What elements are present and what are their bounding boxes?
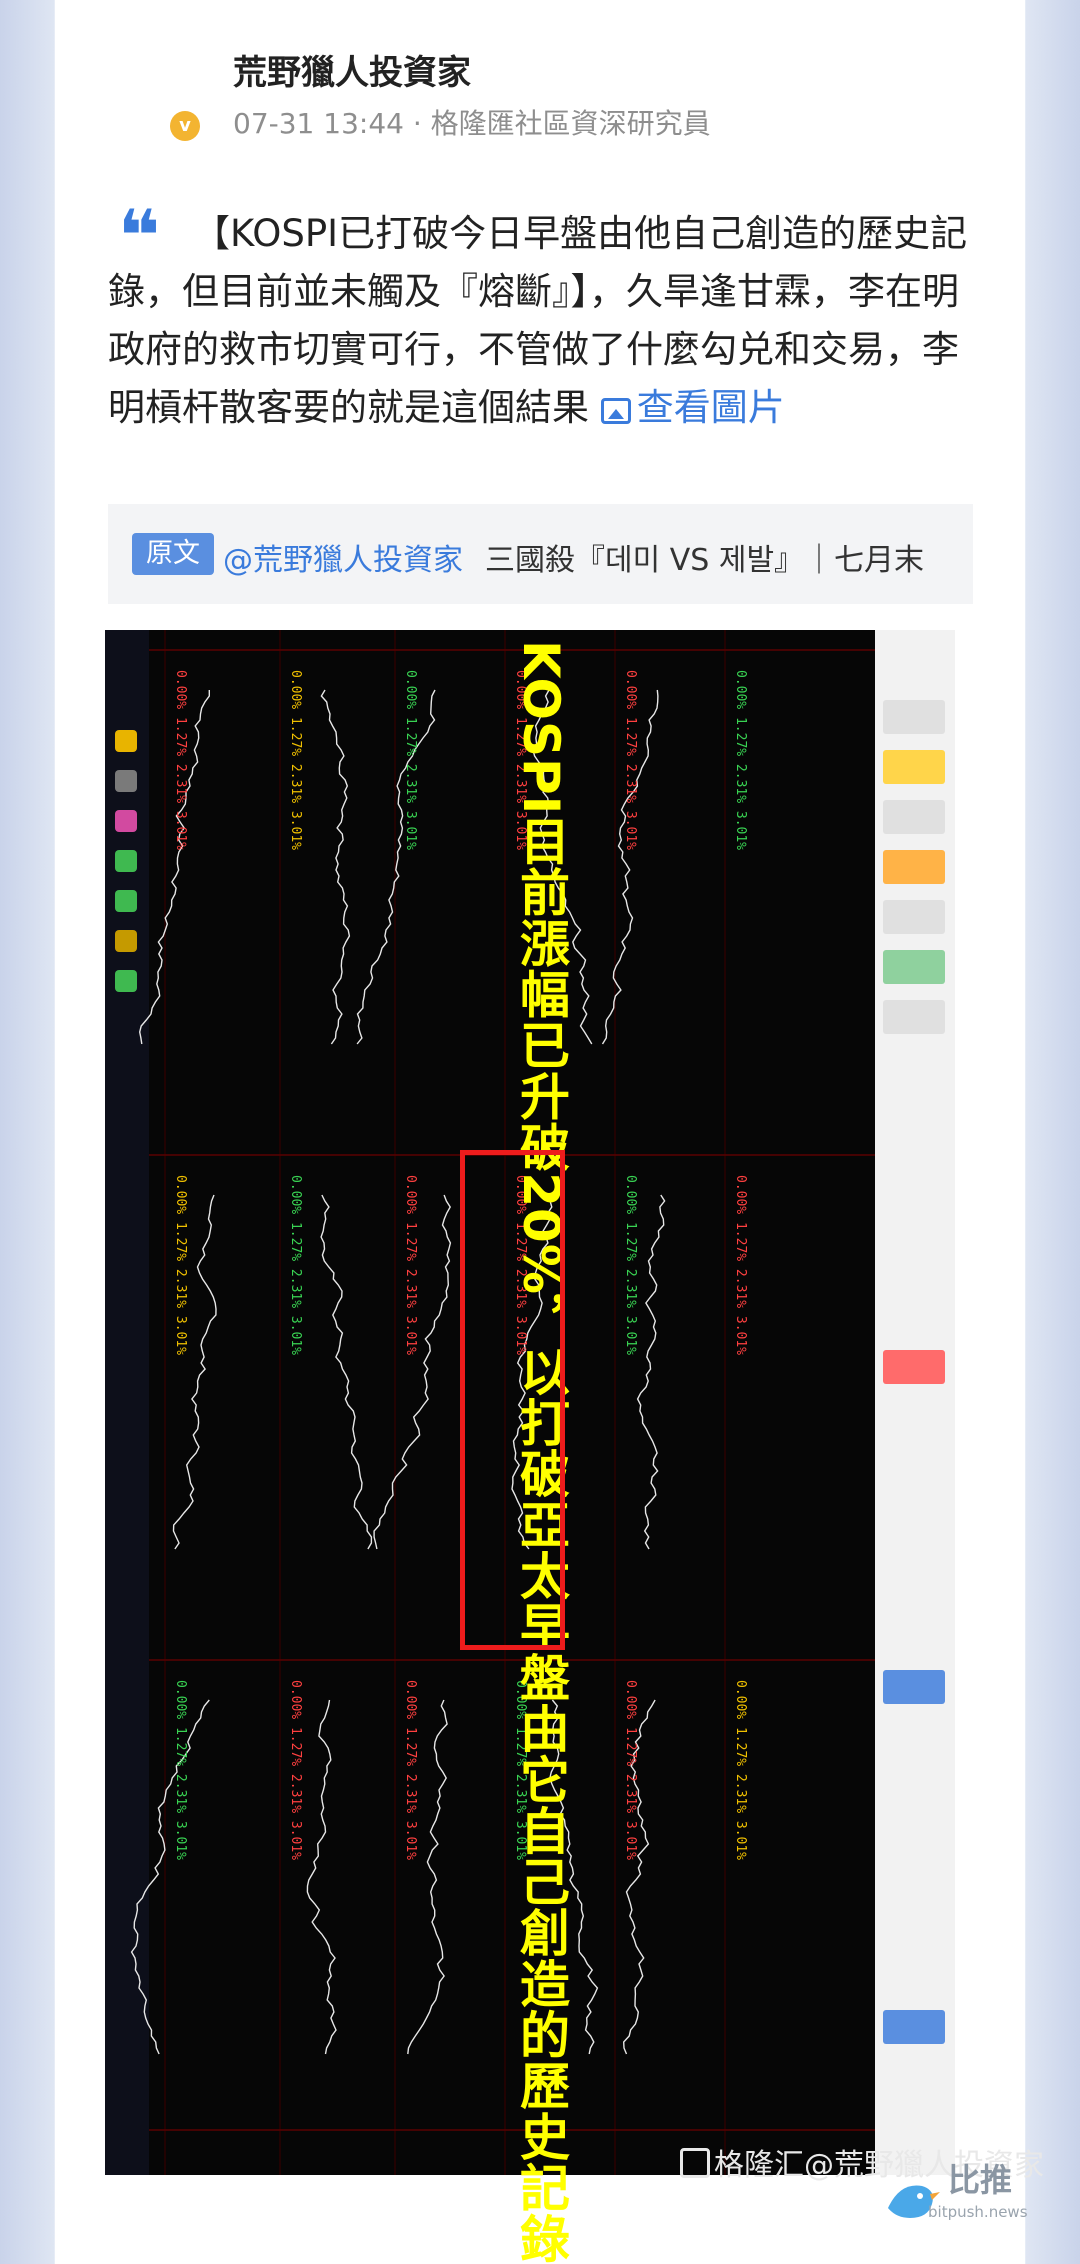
price-ticks: 0.00% 1.27% 2.31% 3.01% [623, 1680, 638, 1861]
origin-tag: 原文 [132, 533, 214, 575]
author-meta: 07-31 13:44 · 格隆匯社區資深研究員 [233, 107, 711, 140]
price-ticks: 0.00% 1.27% 2.31% 3.01% [403, 1175, 418, 1356]
price-ticks: 0.00% 1.27% 2.31% 3.01% [288, 1175, 303, 1356]
post-body-text: 【KOSPI已打破今日早盤由他自己創造的歷史記錄，但目前並未觸及『熔斷』】，久旱… [108, 212, 968, 429]
view-image-label: 查看圖片 [636, 386, 785, 429]
site-url: bitpush.news [928, 2203, 1028, 2221]
author-name[interactable]: 荒野獵人投資家 [233, 45, 471, 94]
origin-text: 三國殺『데미 VS 제발』｜七月末 [485, 543, 925, 578]
price-ticks: 0.00% 1.27% 2.31% 3.01% [288, 670, 303, 851]
intraday-line [636, 1194, 666, 1550]
intraday-line [130, 1699, 210, 2055]
price-ticks: 0.00% 1.27% 2.31% 3.01% [623, 1175, 638, 1356]
view-image-link[interactable]: 查看圖片 [600, 386, 785, 429]
intraday-line [320, 1194, 373, 1550]
site-name: 比推 [948, 2161, 1013, 2199]
intraday-line [320, 689, 351, 1045]
price-ticks: 0.00% 1.27% 2.31% 3.01% [403, 1680, 418, 1861]
price-ticks: 0.00% 1.27% 2.31% 3.01% [288, 1680, 303, 1861]
price-ticks: 0.00% 1.27% 2.31% 3.01% [623, 670, 638, 851]
image-icon [600, 398, 631, 424]
post-body: 【KOSPI已打破今日早盤由他自己創造的歷史記錄，但目前並未觸及『熔斷』】，久旱… [108, 205, 968, 437]
price-ticks: 0.00% 1.27% 2.31% 3.01% [733, 1175, 748, 1356]
price-ticks: 0.00% 1.27% 2.31% 3.01% [173, 1175, 188, 1356]
price-ticks: 0.00% 1.27% 2.31% 3.01% [173, 670, 188, 851]
gelonghui-logo-icon [680, 2148, 710, 2178]
price-ticks: 0.00% 1.27% 2.31% 3.01% [173, 1680, 188, 1861]
price-ticks: 0.00% 1.27% 2.31% 3.01% [733, 670, 748, 851]
kospi-highlight-box [460, 1150, 565, 1650]
price-ticks: 0.00% 1.27% 2.31% 3.01% [733, 1680, 748, 1861]
price-ticks: 0.00% 1.27% 2.31% 3.01% [403, 670, 418, 851]
intraday-line [306, 1699, 337, 2055]
vip-badge-icon: v [170, 111, 200, 141]
intraday-line [356, 689, 436, 1045]
origin-author-link[interactable]: @荒野獵人投資家 [223, 535, 463, 579]
